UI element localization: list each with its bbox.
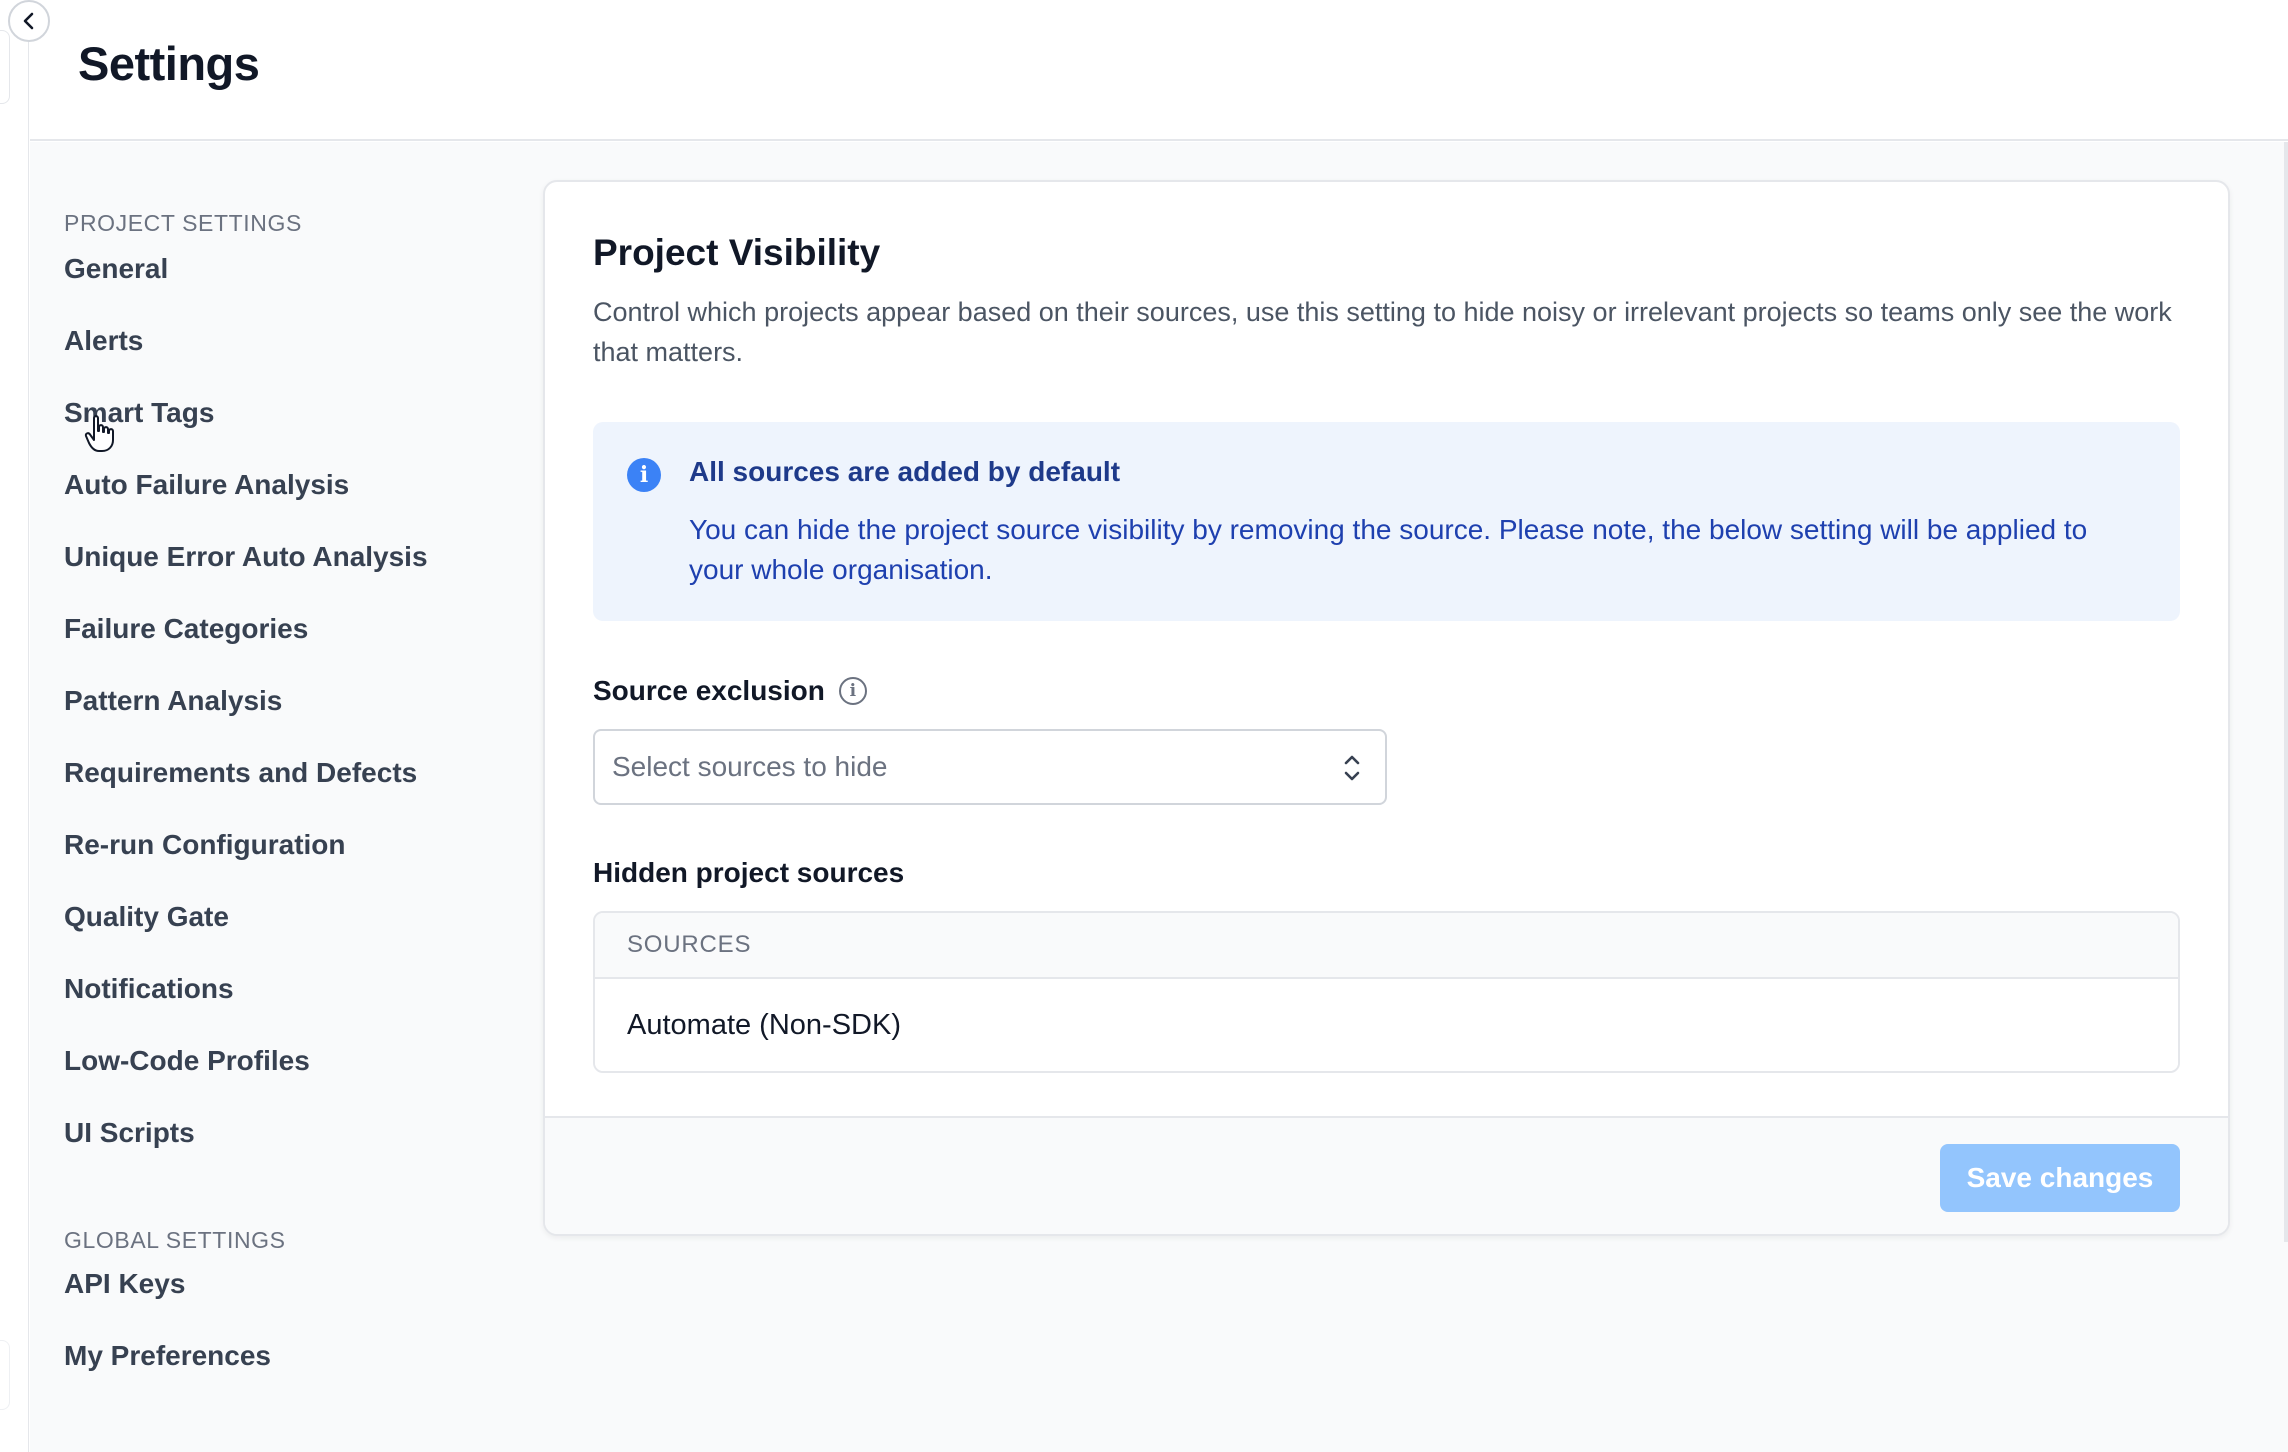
nav-item-general[interactable]: General [64, 239, 484, 311]
card-title: Project Visibility [593, 232, 881, 273]
save-changes-button[interactable]: Save changes [1940, 1144, 2180, 1212]
card-footer: Save changes [545, 1116, 2228, 1234]
card-content: Project Visibility Control which project… [593, 232, 2180, 1073]
rail-notch [0, 30, 10, 104]
nav-item-failure-categories[interactable]: Failure Categories [64, 599, 484, 671]
source-exclusion-select[interactable]: Select sources to hide [593, 729, 1387, 805]
info-text: You can hide the project source visibili… [689, 514, 2088, 585]
project-visibility-card: Project Visibility Control which project… [543, 180, 2230, 1236]
nav-item-alerts[interactable]: Alerts [64, 311, 484, 383]
scrollbar[interactable] [2284, 142, 2288, 1242]
nav-item-unique-error-auto-analysis[interactable]: Unique Error Auto Analysis [64, 527, 484, 599]
project-settings-group: PROJECT SETTINGS General Alerts Smart Ta… [64, 210, 484, 1175]
source-exclusion-label: Source exclusion [593, 675, 825, 706]
global-settings-group: GLOBAL SETTINGS API Keys My Preferences [64, 1227, 484, 1398]
rail-notch-bottom [0, 1340, 10, 1410]
nav-item-rerun-configuration[interactable]: Re-run Configuration [64, 815, 484, 887]
table-header-sources: SOURCES [595, 913, 2178, 979]
source-exclusion-label-row: Source exclusion i [593, 675, 2180, 707]
settings-nav: PROJECT SETTINGS General Alerts Smart Ta… [64, 210, 484, 1398]
help-info-icon[interactable]: i [838, 677, 867, 705]
nav-item-api-keys[interactable]: API Keys [64, 1254, 484, 1326]
nav-item-low-code-profiles[interactable]: Low-Code Profiles [64, 1031, 484, 1103]
hidden-sources-table: SOURCES Automate (Non-SDK) [593, 911, 2180, 1073]
chevron-left-icon [23, 12, 34, 30]
info-icon: i [627, 458, 661, 492]
nav-item-ui-scripts[interactable]: UI Scripts [64, 1103, 484, 1175]
nav-item-requirements-and-defects[interactable]: Requirements and Defects [64, 743, 484, 815]
nav-item-auto-failure-analysis[interactable]: Auto Failure Analysis [64, 455, 484, 527]
select-placeholder: Select sources to hide [612, 751, 888, 782]
page-title: Settings [78, 37, 260, 90]
hand-pointer-cursor-icon [84, 415, 114, 452]
nav-item-pattern-analysis[interactable]: Pattern Analysis [64, 671, 484, 743]
nav-item-quality-gate[interactable]: Quality Gate [64, 887, 484, 959]
hidden-sources-label: Hidden project sources [593, 857, 905, 888]
nav-item-smart-tags[interactable]: Smart Tags [64, 383, 484, 455]
table-row[interactable]: Automate (Non-SDK) [595, 979, 2178, 1071]
card-description: Control which projects appear based on t… [593, 297, 2172, 367]
collapse-sidebar-button[interactable] [8, 0, 50, 42]
chevron-up-down-icon [1344, 755, 1360, 781]
nav-item-my-preferences[interactable]: My Preferences [64, 1326, 484, 1398]
info-title: All sources are added by default [689, 456, 1121, 487]
left-rail [0, 0, 29, 1452]
nav-item-notifications[interactable]: Notifications [64, 959, 484, 1031]
nav-heading-global: GLOBAL SETTINGS [64, 1227, 286, 1253]
info-banner: i All sources are added by default You c… [593, 422, 2180, 621]
page-header: Settings [30, 0, 2288, 141]
nav-heading-project: PROJECT SETTINGS [64, 210, 302, 236]
